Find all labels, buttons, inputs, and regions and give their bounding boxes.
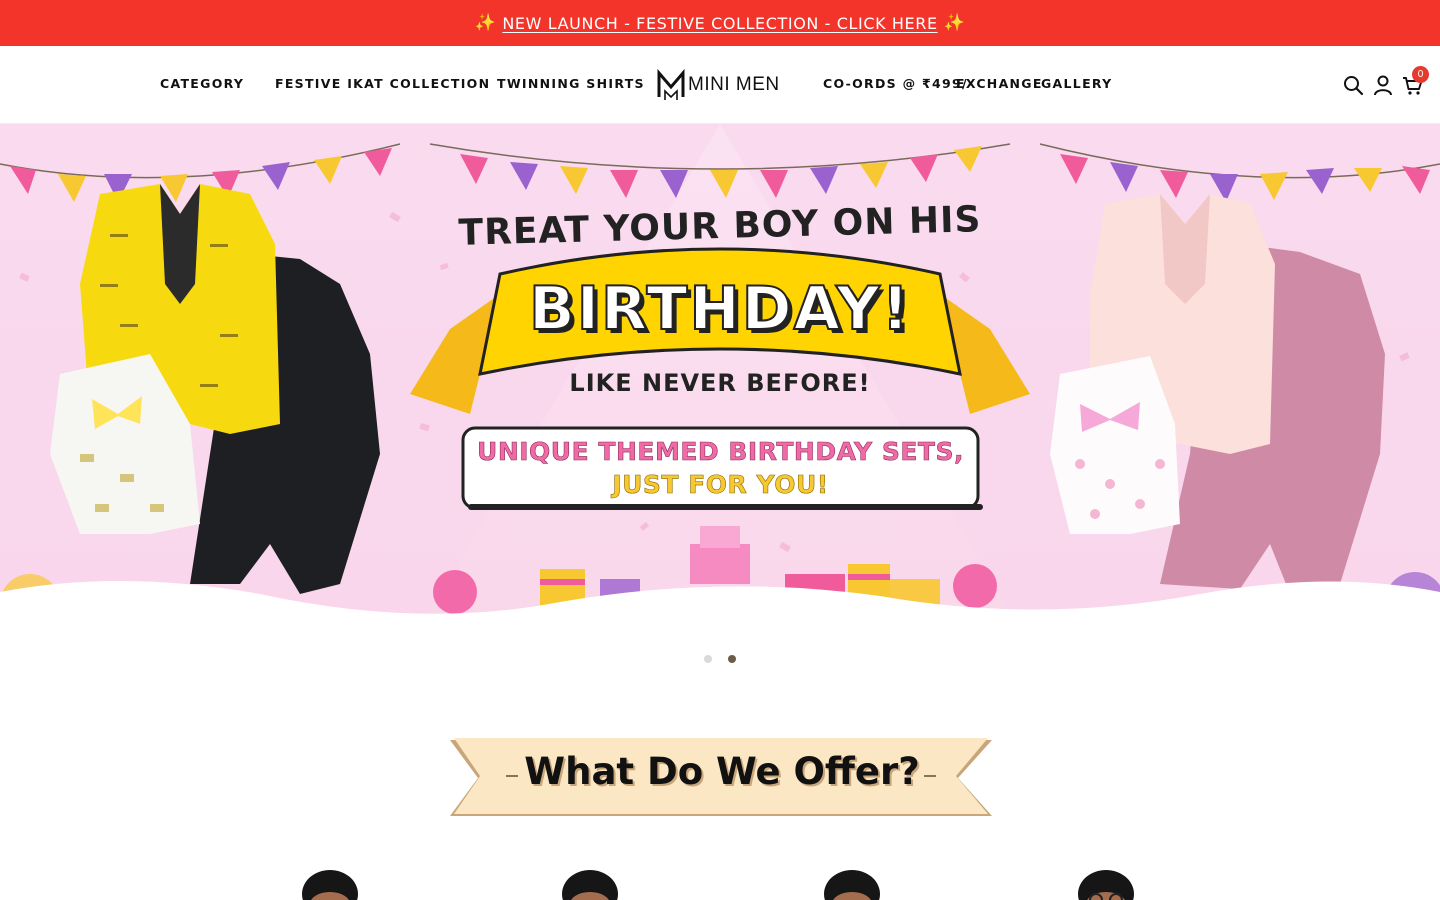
hero-box-line-2: JUST FOR YOU! bbox=[612, 470, 829, 500]
site-header: CATEGORY FESTIVE IKAT COLLECTION TWINNIN… bbox=[0, 46, 1440, 124]
nav-exchange[interactable]: EXCHANGE bbox=[956, 76, 1043, 91]
sparkle-icon: ✨ bbox=[474, 13, 497, 33]
offer-item-image[interactable] bbox=[300, 864, 360, 900]
announcement-bar: ✨ NEW LAUNCH - FESTIVE COLLECTION - CLIC… bbox=[0, 0, 1440, 46]
slide-dot-1[interactable] bbox=[704, 655, 712, 663]
hero-line-2: BIRTHDAY! bbox=[528, 273, 911, 345]
nav-gallery[interactable]: GALLERY bbox=[1041, 76, 1113, 91]
offer-section-header: What Do We Offer? bbox=[450, 738, 994, 818]
nav-twinning-shirts[interactable]: TWINNING SHIRTS bbox=[497, 76, 645, 91]
sparkle-icon: ✨ bbox=[943, 13, 966, 33]
offer-item-image[interactable] bbox=[1076, 864, 1136, 900]
logo-mark-icon bbox=[657, 69, 685, 100]
offer-item-image[interactable] bbox=[560, 864, 620, 900]
announcement-link[interactable]: NEW LAUNCH - FESTIVE COLLECTION - CLICK … bbox=[502, 14, 937, 33]
hero-box-line-1: UNIQUE THEMED BIRTHDAY SETS, bbox=[477, 437, 964, 467]
hero-line-3: LIKE NEVER BEFORE! bbox=[569, 369, 871, 397]
logo-text: MINI MEN bbox=[688, 74, 780, 95]
slide-dot-2[interactable] bbox=[728, 655, 736, 663]
account-icon[interactable] bbox=[1372, 74, 1394, 96]
search-icon[interactable] bbox=[1342, 74, 1364, 96]
hero-banner[interactable]: TREAT YOUR BOY ON HIS BIRTHDAY! LIKE NEV… bbox=[0, 124, 1440, 628]
site-logo[interactable]: MINI MEN bbox=[657, 68, 780, 102]
nav-festive-ikat-collection[interactable]: FESTIVE IKAT COLLECTION bbox=[275, 76, 490, 91]
offer-item-image[interactable] bbox=[822, 864, 882, 900]
nav-category[interactable]: CATEGORY bbox=[160, 76, 244, 91]
cart-count-badge: 0 bbox=[1412, 66, 1429, 83]
nav-co-ords[interactable]: CO-ORDS @ ₹499/- bbox=[823, 76, 974, 91]
slider-dots bbox=[704, 655, 736, 663]
offer-title: What Do We Offer? bbox=[524, 750, 920, 793]
